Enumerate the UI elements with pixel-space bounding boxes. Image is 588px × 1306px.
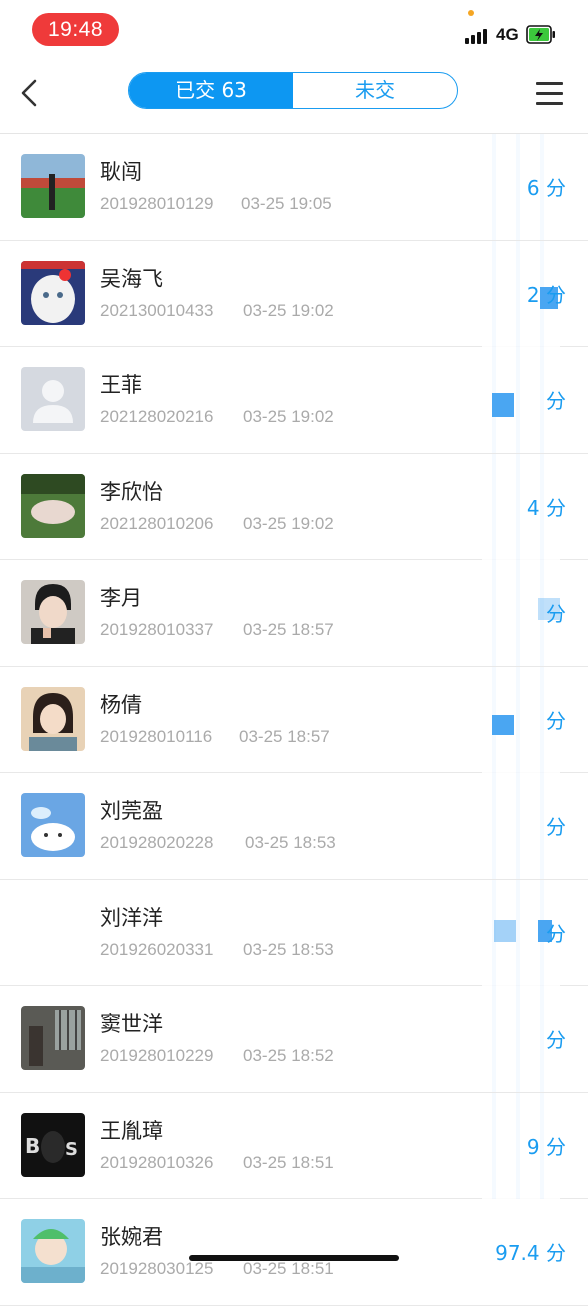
submission-tabs: 已交 63 未交 bbox=[128, 72, 458, 109]
list-item[interactable]: 王菲 202128020216 03-25 19:02 分 bbox=[0, 347, 588, 454]
submit-time: 03-25 18:53 bbox=[245, 833, 336, 852]
score: 97.4 分 bbox=[495, 1241, 566, 1265]
submit-time: 03-25 19:02 bbox=[243, 300, 334, 320]
score: 分 bbox=[546, 708, 566, 733]
list-item[interactable]: 杨倩 201928010116 03-25 18:57 分 bbox=[0, 666, 588, 773]
avatar bbox=[21, 793, 85, 857]
student-name: 王胤璋 bbox=[100, 1118, 163, 1143]
student-id: 201928030125 bbox=[100, 1259, 214, 1278]
avatar bbox=[21, 686, 85, 751]
svg-text:B: B bbox=[25, 1134, 40, 1158]
submit-time: 03-25 18:51 bbox=[243, 1259, 334, 1278]
score: 分 bbox=[546, 1028, 566, 1052]
score: 分 bbox=[546, 921, 566, 946]
submit-time: 03-25 19:02 bbox=[243, 407, 334, 426]
student-id: 202130010433 bbox=[100, 300, 214, 320]
score-redaction bbox=[492, 714, 514, 735]
score: 2 分 bbox=[526, 282, 566, 307]
avatar bbox=[21, 580, 85, 644]
student-name: 耿闯 bbox=[100, 160, 142, 184]
avatar bbox=[21, 473, 85, 538]
student-name: 张婉君 bbox=[100, 1225, 163, 1249]
score: 分 bbox=[546, 389, 566, 413]
avatar bbox=[21, 899, 85, 964]
list-item[interactable]: 吴海飞 202130010433 03-25 19:02 2 分 bbox=[0, 240, 588, 347]
student-list: 耿闯 201928010129 03-25 19:05 6 分 吴海飞 2021… bbox=[0, 134, 588, 1306]
list-item[interactable]: 刘洋洋 201926020331 03-25 18:53 分 bbox=[0, 879, 588, 986]
student-id: 202128020216 bbox=[100, 407, 214, 426]
score: 分 bbox=[546, 602, 566, 626]
hamburger-menu-icon[interactable] bbox=[536, 82, 564, 106]
privacy-indicator-dot bbox=[468, 10, 474, 16]
student-name: 吴海飞 bbox=[100, 266, 163, 291]
battery-charging-icon bbox=[526, 25, 555, 44]
avatar bbox=[21, 1219, 85, 1283]
score-redaction bbox=[494, 919, 516, 942]
list-item[interactable]: 耿闯 201928010129 03-25 19:05 6 分 bbox=[0, 134, 588, 241]
submit-time: 03-25 18:57 bbox=[243, 620, 334, 639]
list-item[interactable]: B S 王胤璋 201928010326 03-25 18:51 9 分 bbox=[0, 1092, 588, 1199]
submit-time: 03-25 19:05 bbox=[241, 194, 332, 213]
student-id: 201928010326 bbox=[100, 1152, 214, 1172]
score-redaction bbox=[492, 393, 514, 417]
student-name: 窦世洋 bbox=[100, 1012, 163, 1036]
list-item[interactable]: 李欣怡 202128010206 03-25 19:02 4 分 bbox=[0, 453, 588, 560]
home-indicator bbox=[189, 1255, 399, 1261]
submit-time: 03-25 18:53 bbox=[243, 939, 334, 959]
network-type: 4G bbox=[496, 25, 519, 44]
list-item[interactable]: 窦世洋 201928010229 03-25 18:52 分 bbox=[0, 986, 588, 1093]
cellular-signal-icon bbox=[465, 28, 491, 44]
student-name: 李欣怡 bbox=[100, 479, 163, 504]
avatar bbox=[21, 260, 85, 325]
list-item[interactable]: 刘莞盈 201928020228 03-25 18:53 分 bbox=[0, 773, 588, 880]
student-id: 202128010206 bbox=[100, 513, 214, 533]
student-name: 杨倩 bbox=[100, 692, 142, 717]
list-item[interactable]: 李月 201928010337 03-25 18:57 分 bbox=[0, 560, 588, 667]
score: 分 bbox=[546, 815, 566, 839]
chevron-left-icon[interactable] bbox=[14, 76, 44, 110]
student-id: 201928010129 bbox=[100, 194, 214, 213]
student-id: 201928010337 bbox=[100, 620, 214, 639]
score: 9 分 bbox=[526, 1134, 566, 1159]
student-id: 201928010229 bbox=[100, 1046, 214, 1065]
status-time: 19:48 bbox=[32, 13, 119, 46]
student-id: 201928020228 bbox=[100, 833, 214, 852]
avatar bbox=[21, 1006, 85, 1070]
student-name: 刘莞盈 bbox=[100, 799, 163, 823]
submit-time: 03-25 18:52 bbox=[243, 1046, 334, 1065]
avatar bbox=[21, 154, 85, 218]
list-item[interactable]: 张婉君 201928030125 03-25 18:51 97.4 分 bbox=[0, 1199, 588, 1306]
student-id: 201928010116 bbox=[100, 726, 213, 746]
score: 6 分 bbox=[526, 176, 566, 200]
svg-text:S: S bbox=[65, 1139, 78, 1160]
avatar: B S bbox=[21, 1112, 85, 1177]
nav-bar: 已交 63 未交 bbox=[0, 62, 588, 126]
submit-time: 03-25 18:51 bbox=[243, 1152, 334, 1172]
tab-submitted[interactable]: 已交 63 bbox=[129, 73, 293, 108]
student-id: 201926020331 bbox=[100, 939, 214, 959]
student-name: 李月 bbox=[100, 586, 142, 610]
student-name: 王菲 bbox=[100, 373, 142, 397]
score: 4 分 bbox=[526, 495, 566, 520]
submit-time: 03-25 18:57 bbox=[239, 726, 330, 746]
status-bar: 19:48 4G bbox=[0, 0, 588, 62]
default-person-icon bbox=[21, 367, 85, 431]
submit-time: 03-25 19:02 bbox=[243, 513, 334, 533]
tab-not-submitted[interactable]: 未交 bbox=[293, 73, 457, 108]
student-name: 刘洋洋 bbox=[100, 905, 163, 930]
